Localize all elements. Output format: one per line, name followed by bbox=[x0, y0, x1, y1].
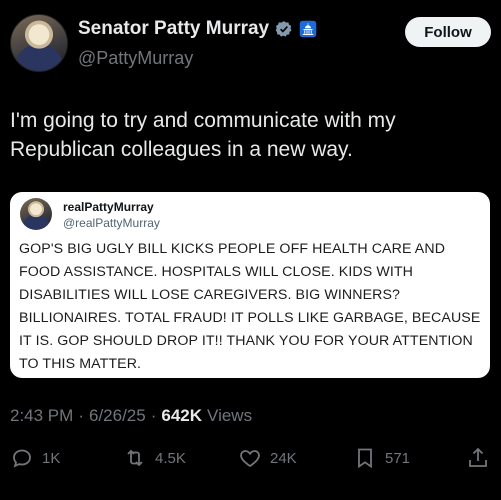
reply-button[interactable]: 1K bbox=[10, 446, 60, 470]
quoted-post-body: GOP'S BIG UGLY BILL KICKS PEOPLE OFF HEA… bbox=[19, 241, 481, 372]
share-icon bbox=[469, 447, 487, 467]
bookmark-icon bbox=[358, 448, 372, 469]
action-bar: 1K 4.5K 24K 571 bbox=[0, 446, 501, 480]
repost-button[interactable]: 4.5K bbox=[123, 446, 186, 470]
verified-badge-icon[interactable] bbox=[275, 20, 293, 38]
follow-button[interactable]: Follow bbox=[405, 17, 491, 47]
bookmark-button[interactable]: 571 bbox=[353, 446, 410, 470]
meta-separator: · bbox=[150, 406, 157, 425]
bookmark-count: 571 bbox=[385, 449, 411, 467]
like-button[interactable]: 24K bbox=[238, 446, 297, 470]
author-name-row: Senator Patty Murray bbox=[78, 18, 317, 40]
share-button[interactable] bbox=[466, 446, 490, 470]
post-time[interactable]: 2:43 PM bbox=[10, 406, 73, 426]
quoted-post-card[interactable]: realPattyMurray @realPattyMurray GOP'S B… bbox=[10, 192, 490, 378]
repost-count: 4.5K bbox=[155, 449, 186, 467]
quoted-author-handle: @realPattyMurray bbox=[63, 216, 160, 230]
author-avatar[interactable] bbox=[10, 14, 68, 72]
post-text: I'm going to try and communicate with my… bbox=[10, 109, 396, 161]
like-count: 24K bbox=[270, 449, 297, 467]
reply-count: 1K bbox=[42, 449, 61, 467]
post-date[interactable]: 6/26/25 bbox=[89, 406, 146, 426]
author-handle[interactable]: @PattyMurray bbox=[78, 48, 193, 69]
post-meta: 2:43 PM · 6/26/25 · 642K Views bbox=[10, 406, 252, 426]
post-header: Senator Patty Murray @PattyMurray Follow bbox=[10, 12, 491, 74]
quoted-author-name: realPattyMurray bbox=[63, 200, 154, 214]
heart-icon bbox=[240, 450, 260, 468]
reply-icon bbox=[13, 449, 31, 468]
government-capitol-badge-icon[interactable] bbox=[299, 20, 317, 38]
quoted-author-avatar bbox=[20, 198, 52, 230]
views-label: Views bbox=[207, 406, 253, 425]
repost-icon bbox=[127, 449, 143, 467]
author-display-name[interactable]: Senator Patty Murray bbox=[78, 18, 269, 40]
views-count: 642K bbox=[161, 406, 203, 425]
meta-separator: · bbox=[78, 406, 84, 425]
